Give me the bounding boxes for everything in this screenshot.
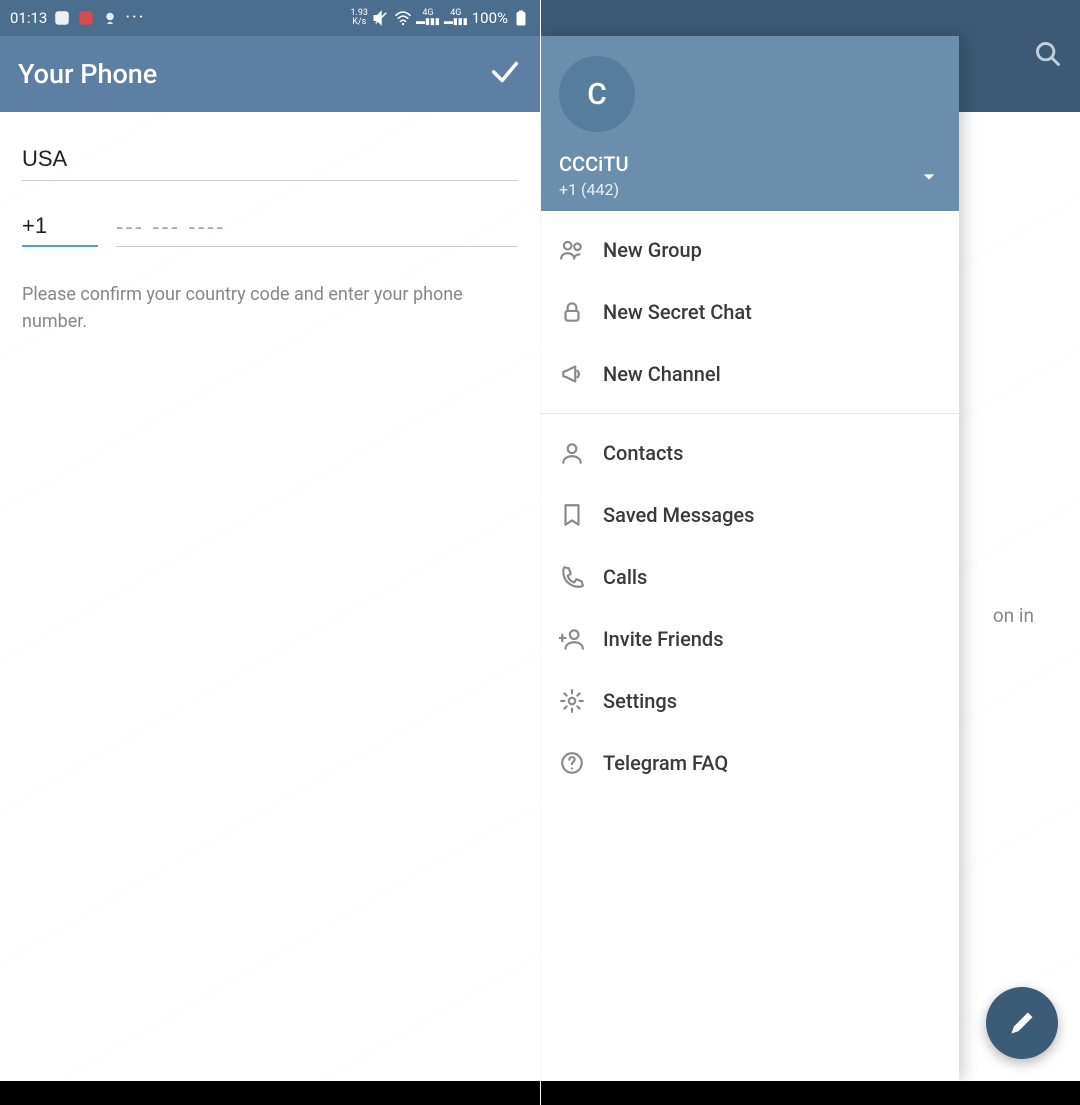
drawer-item-label: New Secret Chat — [603, 300, 752, 324]
status-bar: 01:13 ··· 1.93K/s 4G▬▮▮▮ 4G▬▮▮▮ 100% — [0, 0, 540, 36]
drawer-list: New Group New Secret Chat New Channel Conta… — [541, 211, 959, 1081]
lock-icon — [559, 299, 603, 325]
status-time: 01:13 — [10, 9, 47, 27]
status-app-icon-2 — [77, 9, 95, 27]
country-field[interactable] — [22, 132, 518, 181]
megaphone-icon — [559, 361, 603, 387]
signal-1-icon: 4G▬▮▮▮ — [416, 9, 440, 27]
search-button[interactable] — [1034, 40, 1062, 72]
drawer-profile-name: CCCiTU — [559, 152, 941, 176]
drawer-profile-phone: +1 (442) — [559, 180, 941, 199]
drawer-item-contacts[interactable]: Contacts — [541, 422, 959, 484]
app-header: Your Phone — [0, 36, 540, 112]
drawer-item-telegram-faq[interactable]: Telegram FAQ — [541, 732, 959, 794]
screen-phone-entry: 01:13 ··· 1.93K/s 4G▬▮▮▮ 4G▬▮▮▮ 100% You… — [0, 0, 540, 1105]
drawer-item-new-group[interactable]: New Group — [541, 219, 959, 281]
gear-icon — [559, 688, 603, 714]
nav-strip — [0, 1081, 540, 1105]
drawer-item-settings[interactable]: Settings — [541, 670, 959, 732]
phone-icon — [559, 564, 603, 590]
navigation-drawer: C CCCiTU +1 (442) New Group New Secret Ch… — [541, 36, 959, 1081]
status-app-icon-3 — [101, 9, 119, 27]
drawer-divider — [541, 413, 959, 414]
status-more-dots: ··· — [125, 9, 145, 27]
drawer-item-label: Contacts — [603, 441, 683, 465]
phone-number-field[interactable] — [116, 203, 518, 247]
battery-pct: 100% — [472, 9, 508, 27]
group-icon — [559, 237, 603, 263]
drawer-header[interactable]: C CCCiTU +1 (442) — [541, 36, 959, 211]
drawer-item-invite-friends[interactable]: Invite Friends — [541, 608, 959, 670]
screen-drawer: 01:15 ··· 0K/s 4G▬▮▮▮ 4G▬▮▮▮ 100% on in … — [540, 0, 1080, 1105]
drawer-item-label: Telegram FAQ — [603, 751, 728, 775]
person-icon — [559, 440, 603, 466]
drawer-item-label: New Channel — [603, 362, 721, 386]
wifi-icon — [394, 9, 412, 27]
invite-icon — [559, 626, 603, 652]
country-code-field[interactable] — [22, 203, 98, 247]
avatar[interactable]: C — [559, 56, 635, 132]
mute-icon — [372, 9, 390, 27]
confirm-button[interactable] — [488, 55, 522, 93]
form-hint: Please confirm your country code and ent… — [22, 281, 518, 335]
drawer-item-label: New Group — [603, 238, 702, 262]
compose-fab[interactable] — [986, 987, 1058, 1059]
drawer-item-label: Calls — [603, 565, 647, 589]
nav-strip — [541, 1081, 1080, 1105]
battery-icon — [512, 9, 530, 27]
help-icon — [559, 750, 603, 776]
account-dropdown-icon[interactable] — [921, 169, 937, 189]
drawer-item-new-channel[interactable]: New Channel — [541, 343, 959, 405]
drawer-item-new-secret-chat[interactable]: New Secret Chat — [541, 281, 959, 343]
phone-form: Please confirm your country code and ent… — [0, 112, 540, 335]
drawer-item-label: Saved Messages — [603, 503, 754, 527]
page-title: Your Phone — [18, 58, 157, 90]
status-network-speed: 1.93K/s — [350, 9, 368, 27]
signal-2-icon: 4G▬▮▮▮ — [444, 9, 468, 27]
drawer-item-calls[interactable]: Calls — [541, 546, 959, 608]
drawer-item-saved-messages[interactable]: Saved Messages — [541, 484, 959, 546]
status-app-icon-1 — [53, 9, 71, 27]
background-text-fragment: on in — [993, 604, 1034, 627]
drawer-item-label: Settings — [603, 689, 677, 713]
drawer-item-label: Invite Friends — [603, 627, 724, 651]
bookmark-icon — [559, 502, 603, 528]
